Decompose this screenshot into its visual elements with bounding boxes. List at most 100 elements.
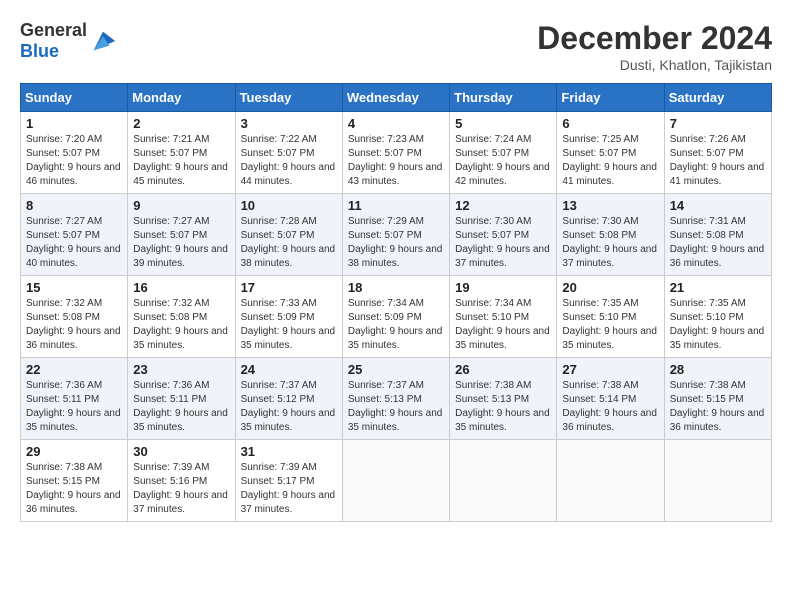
day-number: 1 xyxy=(26,116,122,131)
table-row: 25 Sunrise: 7:37 AM Sunset: 5:13 PM Dayl… xyxy=(342,358,449,440)
month-year: December 2024 xyxy=(537,20,772,57)
table-row: 23 Sunrise: 7:36 AM Sunset: 5:11 PM Dayl… xyxy=(128,358,235,440)
location: Dusti, Khatlon, Tajikistan xyxy=(537,57,772,73)
table-row: 6 Sunrise: 7:25 AM Sunset: 5:07 PM Dayli… xyxy=(557,112,664,194)
col-monday: Monday xyxy=(128,84,235,112)
day-info: Sunrise: 7:36 AM Sunset: 5:11 PM Dayligh… xyxy=(26,380,121,433)
day-number: 20 xyxy=(562,280,658,295)
day-info: Sunrise: 7:32 AM Sunset: 5:08 PM Dayligh… xyxy=(26,298,121,351)
table-row: 29 Sunrise: 7:38 AM Sunset: 5:15 PM Dayl… xyxy=(21,440,128,522)
day-number: 7 xyxy=(670,116,766,131)
table-row xyxy=(342,440,449,522)
day-info: Sunrise: 7:20 AM Sunset: 5:07 PM Dayligh… xyxy=(26,134,121,187)
table-row xyxy=(664,440,771,522)
table-row: 31 Sunrise: 7:39 AM Sunset: 5:17 PM Dayl… xyxy=(235,440,342,522)
day-info: Sunrise: 7:37 AM Sunset: 5:13 PM Dayligh… xyxy=(348,380,443,433)
table-row: 12 Sunrise: 7:30 AM Sunset: 5:07 PM Dayl… xyxy=(450,194,557,276)
day-number: 22 xyxy=(26,362,122,377)
header: General Blue December 2024 Dusti, Khatlo… xyxy=(20,20,772,73)
day-number: 2 xyxy=(133,116,229,131)
day-info: Sunrise: 7:25 AM Sunset: 5:07 PM Dayligh… xyxy=(562,134,657,187)
table-row: 14 Sunrise: 7:31 AM Sunset: 5:08 PM Dayl… xyxy=(664,194,771,276)
week-row-1: 1 Sunrise: 7:20 AM Sunset: 5:07 PM Dayli… xyxy=(21,112,772,194)
day-number: 10 xyxy=(241,198,337,213)
table-row: 27 Sunrise: 7:38 AM Sunset: 5:14 PM Dayl… xyxy=(557,358,664,440)
col-sunday: Sunday xyxy=(21,84,128,112)
table-row: 26 Sunrise: 7:38 AM Sunset: 5:13 PM Dayl… xyxy=(450,358,557,440)
day-number: 26 xyxy=(455,362,551,377)
table-row: 2 Sunrise: 7:21 AM Sunset: 5:07 PM Dayli… xyxy=(128,112,235,194)
day-number: 4 xyxy=(348,116,444,131)
day-info: Sunrise: 7:39 AM Sunset: 5:16 PM Dayligh… xyxy=(133,462,228,515)
day-number: 3 xyxy=(241,116,337,131)
day-info: Sunrise: 7:24 AM Sunset: 5:07 PM Dayligh… xyxy=(455,134,550,187)
day-info: Sunrise: 7:35 AM Sunset: 5:10 PM Dayligh… xyxy=(562,298,657,351)
table-row: 7 Sunrise: 7:26 AM Sunset: 5:07 PM Dayli… xyxy=(664,112,771,194)
day-info: Sunrise: 7:34 AM Sunset: 5:09 PM Dayligh… xyxy=(348,298,443,351)
table-row: 9 Sunrise: 7:27 AM Sunset: 5:07 PM Dayli… xyxy=(128,194,235,276)
table-row: 22 Sunrise: 7:36 AM Sunset: 5:11 PM Dayl… xyxy=(21,358,128,440)
table-row: 15 Sunrise: 7:32 AM Sunset: 5:08 PM Dayl… xyxy=(21,276,128,358)
day-info: Sunrise: 7:28 AM Sunset: 5:07 PM Dayligh… xyxy=(241,216,336,269)
table-row: 19 Sunrise: 7:34 AM Sunset: 5:10 PM Dayl… xyxy=(450,276,557,358)
table-row: 17 Sunrise: 7:33 AM Sunset: 5:09 PM Dayl… xyxy=(235,276,342,358)
table-row: 10 Sunrise: 7:28 AM Sunset: 5:07 PM Dayl… xyxy=(235,194,342,276)
table-row: 11 Sunrise: 7:29 AM Sunset: 5:07 PM Dayl… xyxy=(342,194,449,276)
day-number: 23 xyxy=(133,362,229,377)
day-info: Sunrise: 7:38 AM Sunset: 5:15 PM Dayligh… xyxy=(670,380,765,433)
day-info: Sunrise: 7:23 AM Sunset: 5:07 PM Dayligh… xyxy=(348,134,443,187)
calendar-table: Sunday Monday Tuesday Wednesday Thursday… xyxy=(20,83,772,522)
day-info: Sunrise: 7:31 AM Sunset: 5:08 PM Dayligh… xyxy=(670,216,765,269)
day-info: Sunrise: 7:29 AM Sunset: 5:07 PM Dayligh… xyxy=(348,216,443,269)
logo: General Blue xyxy=(20,20,117,62)
table-row: 24 Sunrise: 7:37 AM Sunset: 5:12 PM Dayl… xyxy=(235,358,342,440)
table-row xyxy=(557,440,664,522)
day-number: 15 xyxy=(26,280,122,295)
day-number: 18 xyxy=(348,280,444,295)
day-info: Sunrise: 7:35 AM Sunset: 5:10 PM Dayligh… xyxy=(670,298,765,351)
day-info: Sunrise: 7:22 AM Sunset: 5:07 PM Dayligh… xyxy=(241,134,336,187)
table-row: 3 Sunrise: 7:22 AM Sunset: 5:07 PM Dayli… xyxy=(235,112,342,194)
col-wednesday: Wednesday xyxy=(342,84,449,112)
logo-icon xyxy=(89,27,117,55)
col-tuesday: Tuesday xyxy=(235,84,342,112)
day-info: Sunrise: 7:36 AM Sunset: 5:11 PM Dayligh… xyxy=(133,380,228,433)
day-number: 11 xyxy=(348,198,444,213)
day-info: Sunrise: 7:27 AM Sunset: 5:07 PM Dayligh… xyxy=(133,216,228,269)
day-number: 30 xyxy=(133,444,229,459)
table-row: 4 Sunrise: 7:23 AM Sunset: 5:07 PM Dayli… xyxy=(342,112,449,194)
table-row: 20 Sunrise: 7:35 AM Sunset: 5:10 PM Dayl… xyxy=(557,276,664,358)
day-info: Sunrise: 7:27 AM Sunset: 5:07 PM Dayligh… xyxy=(26,216,121,269)
day-info: Sunrise: 7:30 AM Sunset: 5:07 PM Dayligh… xyxy=(455,216,550,269)
day-info: Sunrise: 7:38 AM Sunset: 5:14 PM Dayligh… xyxy=(562,380,657,433)
col-saturday: Saturday xyxy=(664,84,771,112)
logo-blue-label: Blue xyxy=(20,41,59,61)
day-number: 13 xyxy=(562,198,658,213)
day-number: 17 xyxy=(241,280,337,295)
day-number: 6 xyxy=(562,116,658,131)
day-info: Sunrise: 7:38 AM Sunset: 5:13 PM Dayligh… xyxy=(455,380,550,433)
day-number: 9 xyxy=(133,198,229,213)
table-row: 8 Sunrise: 7:27 AM Sunset: 5:07 PM Dayli… xyxy=(21,194,128,276)
day-info: Sunrise: 7:34 AM Sunset: 5:10 PM Dayligh… xyxy=(455,298,550,351)
day-number: 31 xyxy=(241,444,337,459)
table-row: 13 Sunrise: 7:30 AM Sunset: 5:08 PM Dayl… xyxy=(557,194,664,276)
day-info: Sunrise: 7:38 AM Sunset: 5:15 PM Dayligh… xyxy=(26,462,121,515)
day-info: Sunrise: 7:21 AM Sunset: 5:07 PM Dayligh… xyxy=(133,134,228,187)
table-row: 18 Sunrise: 7:34 AM Sunset: 5:09 PM Dayl… xyxy=(342,276,449,358)
day-number: 14 xyxy=(670,198,766,213)
week-row-4: 22 Sunrise: 7:36 AM Sunset: 5:11 PM Dayl… xyxy=(21,358,772,440)
day-info: Sunrise: 7:33 AM Sunset: 5:09 PM Dayligh… xyxy=(241,298,336,351)
week-row-3: 15 Sunrise: 7:32 AM Sunset: 5:08 PM Dayl… xyxy=(21,276,772,358)
day-number: 8 xyxy=(26,198,122,213)
day-info: Sunrise: 7:37 AM Sunset: 5:12 PM Dayligh… xyxy=(241,380,336,433)
title-area: December 2024 Dusti, Khatlon, Tajikistan xyxy=(537,20,772,73)
col-thursday: Thursday xyxy=(450,84,557,112)
day-info: Sunrise: 7:32 AM Sunset: 5:08 PM Dayligh… xyxy=(133,298,228,351)
table-row: 1 Sunrise: 7:20 AM Sunset: 5:07 PM Dayli… xyxy=(21,112,128,194)
calendar-header-row: Sunday Monday Tuesday Wednesday Thursday… xyxy=(21,84,772,112)
table-row xyxy=(450,440,557,522)
day-info: Sunrise: 7:26 AM Sunset: 5:07 PM Dayligh… xyxy=(670,134,765,187)
day-info: Sunrise: 7:30 AM Sunset: 5:08 PM Dayligh… xyxy=(562,216,657,269)
day-number: 24 xyxy=(241,362,337,377)
